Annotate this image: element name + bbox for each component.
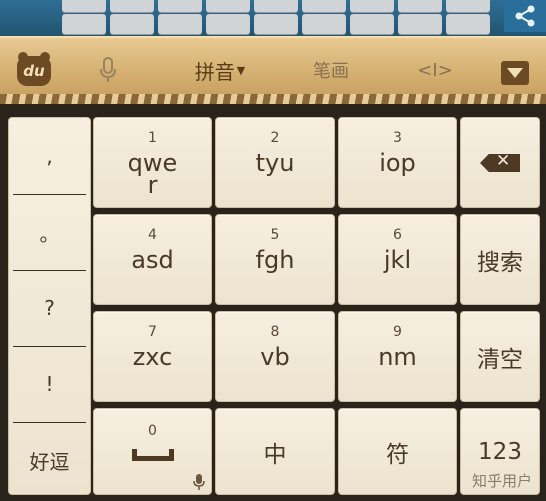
punctuation-column: , 。 ? ! 好逗: [8, 117, 91, 495]
bg-key: [158, 0, 202, 12]
key-6-jkl[interactable]: 6 jkl: [338, 214, 457, 305]
key-1-qwer[interactable]: 1 qwe r: [93, 117, 212, 208]
baidu-logo-button[interactable]: du: [17, 52, 51, 86]
stroke-mode-button[interactable]: 笔画: [306, 52, 356, 88]
key-number: 7: [148, 324, 157, 340]
share-icon: [515, 5, 535, 27]
share-button[interactable]: [504, 0, 546, 32]
key-number: 0: [148, 423, 157, 439]
bg-key: [398, 0, 442, 12]
key-5-fgh[interactable]: 5 fgh: [215, 214, 335, 305]
key-letters: qwe r: [127, 149, 178, 199]
bg-key: [158, 14, 202, 34]
watermark: 知乎用户: [471, 472, 532, 490]
bg-key: [302, 0, 346, 12]
bg-key: [206, 0, 250, 12]
key-number: 1: [148, 130, 157, 146]
triangle-down-icon: [507, 68, 523, 78]
backspace-icon: ✕: [480, 154, 520, 172]
key-letters: nm: [378, 343, 417, 371]
key-letters: jkl: [383, 246, 412, 274]
bg-key: [446, 0, 490, 12]
key-4-asd[interactable]: 4 asd: [93, 214, 212, 305]
key-number: 2: [270, 130, 280, 146]
bg-key: [350, 0, 394, 12]
key-number: 6: [393, 227, 402, 243]
key-2-tyu[interactable]: 2 tyu: [215, 117, 335, 208]
space-key[interactable]: 0: [93, 408, 212, 495]
bihua-label: 笔画: [313, 61, 349, 82]
caret-down-icon: ▼: [236, 63, 246, 77]
text-cursor-icon: <I>: [417, 59, 453, 81]
logo-text: du: [23, 62, 45, 80]
voice-input-button[interactable]: [96, 52, 120, 88]
bg-key: [254, 0, 298, 12]
key-letters: asd: [131, 246, 174, 274]
bg-key: [302, 14, 346, 34]
clear-label: 清空: [477, 346, 523, 373]
key-letters: iop: [379, 149, 416, 177]
bg-key: [110, 14, 154, 34]
key-3-iop[interactable]: 3 iop: [338, 117, 457, 208]
haodou-key[interactable]: 好逗: [9, 422, 90, 498]
bg-key: [206, 14, 250, 34]
bg-key: [110, 0, 154, 12]
logo-ear: [40, 52, 50, 62]
stitch-border: [0, 94, 546, 104]
key-7-zxc[interactable]: 7 zxc: [93, 311, 212, 402]
key-number: 9: [393, 324, 402, 340]
backspace-wrap: ✕: [461, 118, 539, 207]
symbol-key[interactable]: 符: [338, 408, 457, 495]
search-key[interactable]: 搜索: [460, 214, 540, 305]
search-label: 搜索: [477, 249, 523, 276]
clear-key[interactable]: 清空: [460, 311, 540, 402]
bg-key: [446, 14, 490, 34]
fu-label: 符: [386, 441, 409, 468]
bg-key: [350, 14, 394, 34]
bg-key: [254, 14, 298, 34]
hide-keyboard-button[interactable]: [501, 61, 529, 85]
punct-period-key[interactable]: 。: [9, 194, 90, 270]
bg-key: [62, 0, 106, 12]
microphone-icon: [100, 57, 116, 82]
mic-small-icon: [193, 474, 205, 490]
keyboard-area: , 。 ? ! 好逗 1 qwe r 2 tyu 3 iop ✕ 4 asd 5…: [0, 104, 546, 501]
key-letters: fgh: [255, 246, 295, 274]
punct-question-key[interactable]: ?: [9, 270, 90, 346]
zhong-label: 中: [263, 441, 287, 468]
logo-ear: [18, 52, 28, 62]
key-number: 3: [393, 130, 402, 146]
punct-exclaim-key[interactable]: !: [9, 346, 90, 422]
key-9-nm[interactable]: 9 nm: [338, 311, 457, 402]
bg-key: [62, 14, 106, 34]
key-number: 5: [270, 227, 280, 243]
chinese-mode-key[interactable]: 中: [215, 408, 335, 495]
key-number: 4: [148, 227, 157, 243]
background-app: [0, 0, 546, 36]
key-letters: tyu: [255, 149, 295, 177]
pinyin-mode-dropdown[interactable]: 拼音 ▼: [190, 52, 250, 88]
background-keys: [58, 0, 498, 34]
backspace-key[interactable]: ✕: [460, 117, 540, 208]
key-8-vb[interactable]: 8 vb: [215, 311, 335, 402]
key-letters: zxc: [132, 343, 173, 371]
bg-key: [398, 14, 442, 34]
pinyin-label: 拼音: [194, 59, 235, 84]
cursor-move-button[interactable]: <I>: [417, 52, 453, 88]
key-number: 8: [270, 324, 280, 340]
key-letters: vb: [260, 343, 290, 371]
ime-toolbar: du 拼音 ▼ 笔画 <I>: [0, 36, 546, 106]
punct-comma-key[interactable]: ,: [9, 118, 90, 194]
space-icon: [132, 449, 174, 461]
